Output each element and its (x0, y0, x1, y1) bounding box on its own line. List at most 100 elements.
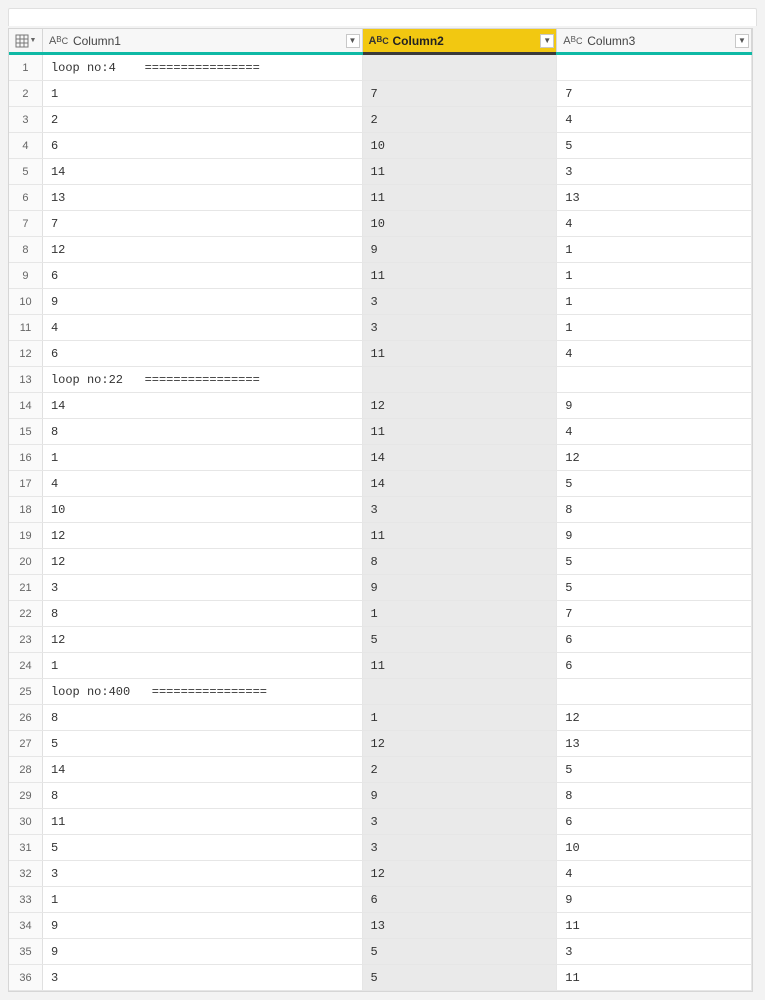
row-number[interactable]: 36 (9, 965, 43, 990)
cell-column3[interactable]: 9 (557, 393, 752, 418)
table-row[interactable]: 181038 (9, 497, 752, 523)
table-row[interactable]: 241116 (9, 653, 752, 679)
cell-column2[interactable]: 12 (363, 393, 558, 418)
table-row[interactable]: 2177 (9, 81, 752, 107)
cell-column2[interactable]: 11 (363, 419, 558, 444)
table-row[interactable]: 363511 (9, 965, 752, 991)
row-number[interactable]: 25 (9, 679, 43, 704)
cell-column2[interactable]: 11 (363, 653, 558, 678)
table-row[interactable]: 281425 (9, 757, 752, 783)
cell-column3[interactable]: 9 (557, 523, 752, 548)
row-number[interactable]: 31 (9, 835, 43, 860)
cell-column3[interactable]: 5 (557, 575, 752, 600)
cell-column2[interactable] (363, 679, 558, 704)
cell-column3[interactable]: 1 (557, 263, 752, 288)
cell-column3[interactable] (557, 55, 752, 80)
table-menu-button[interactable]: ▼ (9, 29, 43, 52)
cell-column3[interactable]: 5 (557, 133, 752, 158)
table-row[interactable]: 21395 (9, 575, 752, 601)
table-row[interactable]: 3491311 (9, 913, 752, 939)
table-row[interactable]: 29898 (9, 783, 752, 809)
cell-column1[interactable]: 9 (43, 913, 363, 938)
cell-column1[interactable]: 8 (43, 783, 363, 808)
cell-column3[interactable] (557, 367, 752, 392)
cell-column3[interactable]: 13 (557, 185, 752, 210)
table-row[interactable]: 22817 (9, 601, 752, 627)
cell-column2[interactable]: 12 (363, 731, 558, 756)
cell-column3[interactable]: 3 (557, 939, 752, 964)
cell-column2[interactable]: 1 (363, 601, 558, 626)
cell-column2[interactable]: 5 (363, 627, 558, 652)
table-row[interactable]: 35953 (9, 939, 752, 965)
cell-column3[interactable]: 5 (557, 757, 752, 782)
table-row[interactable]: 25loop no:400 ================ (9, 679, 752, 705)
cell-column3[interactable]: 4 (557, 341, 752, 366)
cell-column2[interactable]: 9 (363, 783, 558, 808)
cell-column1[interactable]: 11 (43, 809, 363, 834)
cell-column3[interactable]: 5 (557, 549, 752, 574)
row-number[interactable]: 9 (9, 263, 43, 288)
cell-column1[interactable]: 1 (43, 653, 363, 678)
cell-column2[interactable]: 3 (363, 315, 558, 340)
cell-column2[interactable]: 11 (363, 341, 558, 366)
table-row[interactable]: 174145 (9, 471, 752, 497)
cell-column3[interactable]: 12 (557, 445, 752, 470)
cell-column1[interactable]: 1 (43, 445, 363, 470)
row-number[interactable]: 6 (9, 185, 43, 210)
cell-column3[interactable]: 4 (557, 419, 752, 444)
row-number[interactable]: 13 (9, 367, 43, 392)
table-row[interactable]: 33169 (9, 887, 752, 913)
table-row[interactable]: 46105 (9, 133, 752, 159)
table-row[interactable]: 1414129 (9, 393, 752, 419)
row-number[interactable]: 29 (9, 783, 43, 808)
cell-column1[interactable]: 1 (43, 81, 363, 106)
cell-column2[interactable]: 3 (363, 835, 558, 860)
cell-column1[interactable]: loop no:4 ================ (43, 55, 363, 80)
cell-column2[interactable]: 2 (363, 757, 558, 782)
cell-column2[interactable]: 14 (363, 471, 558, 496)
cell-column2[interactable]: 14 (363, 445, 558, 470)
row-number[interactable]: 21 (9, 575, 43, 600)
table-row[interactable]: 81291 (9, 237, 752, 263)
cell-column3[interactable]: 1 (557, 289, 752, 314)
cell-column3[interactable]: 8 (557, 497, 752, 522)
row-number[interactable]: 19 (9, 523, 43, 548)
table-row[interactable]: 3224 (9, 107, 752, 133)
row-number[interactable]: 16 (9, 445, 43, 470)
row-number[interactable]: 27 (9, 731, 43, 756)
cell-column3[interactable]: 12 (557, 705, 752, 730)
cell-column2[interactable]: 10 (363, 133, 558, 158)
table-row[interactable]: 201285 (9, 549, 752, 575)
table-row[interactable]: 315310 (9, 835, 752, 861)
cell-column1[interactable]: 9 (43, 289, 363, 314)
filter-dropdown-icon[interactable]: ▼ (346, 34, 360, 48)
table-row[interactable]: 323124 (9, 861, 752, 887)
row-number[interactable]: 18 (9, 497, 43, 522)
cell-column1[interactable]: 13 (43, 185, 363, 210)
cell-column2[interactable]: 13 (363, 913, 558, 938)
table-row[interactable]: 2751213 (9, 731, 752, 757)
cell-column1[interactable]: 12 (43, 549, 363, 574)
row-number[interactable]: 23 (9, 627, 43, 652)
table-row[interactable]: 231256 (9, 627, 752, 653)
cell-column3[interactable]: 6 (557, 627, 752, 652)
row-number[interactable]: 33 (9, 887, 43, 912)
table-row[interactable]: 158114 (9, 419, 752, 445)
cell-column2[interactable]: 10 (363, 211, 558, 236)
cell-column3[interactable]: 6 (557, 809, 752, 834)
table-row[interactable]: 301136 (9, 809, 752, 835)
table-row[interactable]: 10931 (9, 289, 752, 315)
cell-column2[interactable]: 12 (363, 861, 558, 886)
cell-column1[interactable]: 6 (43, 133, 363, 158)
row-number[interactable]: 12 (9, 341, 43, 366)
row-number[interactable]: 17 (9, 471, 43, 496)
cell-column2[interactable]: 2 (363, 107, 558, 132)
cell-column2[interactable]: 3 (363, 809, 558, 834)
cell-column2[interactable]: 5 (363, 939, 558, 964)
cell-column1[interactable]: 12 (43, 627, 363, 652)
cell-column1[interactable]: 3 (43, 861, 363, 886)
cell-column2[interactable]: 11 (363, 263, 558, 288)
cell-column1[interactable]: 8 (43, 705, 363, 730)
cell-column1[interactable]: 5 (43, 835, 363, 860)
table-row[interactable]: 96111 (9, 263, 752, 289)
